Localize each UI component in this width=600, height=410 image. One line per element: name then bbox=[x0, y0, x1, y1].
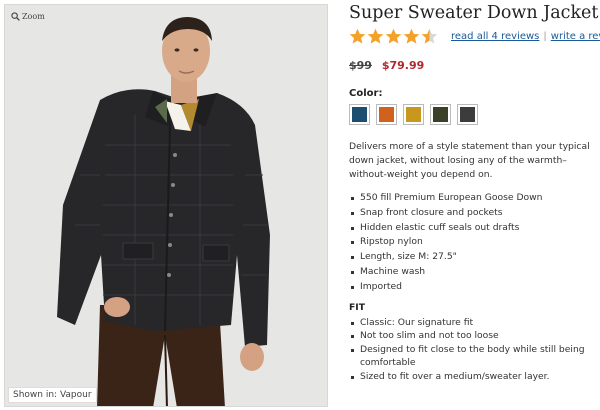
color-swatch-charcoal[interactable] bbox=[457, 104, 478, 125]
color-swatch-mustard[interactable] bbox=[403, 104, 424, 125]
list-item: Sized to fit over a medium/sweater layer… bbox=[349, 370, 600, 384]
color-swatch-navy[interactable] bbox=[349, 104, 370, 125]
star-full-icon bbox=[349, 28, 366, 44]
product-image-panel: Zoom Shown in: Vapour bbox=[4, 4, 328, 407]
list-item: Classic: Our signature fit bbox=[349, 316, 600, 330]
right-hand bbox=[240, 343, 264, 371]
zoom-button[interactable]: Zoom bbox=[11, 12, 45, 21]
feature-list: 550 fill Premium European Goose Down Snap… bbox=[349, 191, 600, 295]
link-separator: | bbox=[543, 30, 547, 42]
list-item: Machine wash bbox=[349, 265, 600, 280]
fit-heading: FIT bbox=[349, 301, 365, 313]
original-price: $99 bbox=[349, 59, 372, 72]
star-rating bbox=[349, 28, 438, 45]
fit-list: Classic: Our signature fit Not too slim a… bbox=[349, 316, 600, 384]
color-swatch-olive[interactable] bbox=[430, 104, 451, 125]
list-item: Length, size M: 27.5" bbox=[349, 250, 600, 265]
list-item: Snap front closure and pockets bbox=[349, 206, 600, 221]
swatch-fill bbox=[379, 107, 394, 122]
shown-in-caption: Shown in: Vapour bbox=[8, 387, 97, 403]
write-review-link[interactable]: write a review bbox=[551, 31, 600, 42]
product-photo[interactable] bbox=[5, 5, 328, 407]
rating-row: read all 4 reviews | write a review bbox=[349, 27, 600, 45]
product-details: Super Sweater Down Jacket read all 4 rev… bbox=[349, 0, 600, 384]
star-full-icon bbox=[403, 28, 420, 44]
star-half-icon bbox=[421, 28, 438, 44]
read-reviews-link[interactable]: read all 4 reviews bbox=[451, 31, 539, 42]
price-row: $99 $79.99 bbox=[349, 59, 600, 72]
list-item: Imported bbox=[349, 280, 600, 295]
list-item: Ripstop nylon bbox=[349, 235, 600, 250]
list-item: Not too slim and not too loose bbox=[349, 329, 600, 343]
color-swatch-orange[interactable] bbox=[376, 104, 397, 125]
swatch-fill bbox=[352, 107, 367, 122]
left-hand bbox=[104, 297, 130, 317]
swatch-fill bbox=[406, 107, 421, 122]
magnifier-icon bbox=[11, 12, 20, 21]
sale-price: $79.99 bbox=[381, 59, 425, 72]
zoom-label: Zoom bbox=[22, 12, 45, 21]
swatch-fill bbox=[433, 107, 448, 122]
product-title: Super Sweater Down Jacket bbox=[349, 3, 599, 23]
product-description: Delivers more of a style statement than … bbox=[349, 141, 590, 180]
list-item: 550 fill Premium European Goose Down bbox=[349, 191, 600, 206]
swatch-fill bbox=[460, 107, 475, 122]
color-label: Color: bbox=[349, 88, 383, 99]
star-full-icon bbox=[385, 28, 402, 44]
list-item: Designed to fit close to the body while … bbox=[349, 343, 600, 370]
star-full-icon bbox=[367, 28, 384, 44]
review-links: read all 4 reviews | write a review bbox=[451, 31, 600, 42]
list-item: Hidden elastic cuff seals out drafts bbox=[349, 221, 600, 236]
color-swatches bbox=[349, 104, 600, 125]
